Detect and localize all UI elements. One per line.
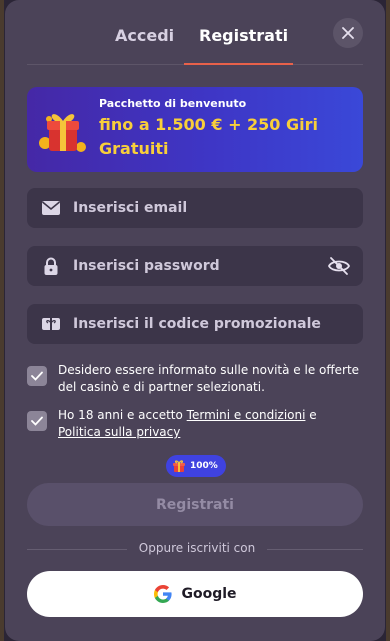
progress-label: 100% [190, 461, 218, 471]
privacy-link[interactable]: Politica sulla privacy [58, 425, 180, 439]
ticket-icon [42, 318, 60, 330]
banner-offer: fino a 1.500 € + 250 Giri Gratuiti [99, 115, 318, 158]
progress-badge: 100% [166, 455, 226, 477]
active-tab-indicator [184, 63, 293, 65]
promo-code-field[interactable] [27, 304, 363, 344]
checkmark-icon [31, 416, 43, 426]
age-middle: e [305, 408, 317, 422]
age-prefix: Ho 18 anni e accetto [58, 408, 187, 422]
lock-icon [44, 257, 58, 275]
auth-tabs: Accedi Registrati [5, 26, 385, 66]
register-submit-button[interactable]: Registrati [27, 483, 363, 526]
google-icon [154, 585, 173, 603]
age-terms-text: Ho 18 anni e accetto Termini e condizion… [58, 407, 366, 441]
eye-off-icon[interactable] [327, 254, 351, 278]
marketing-checkbox[interactable] [27, 366, 47, 386]
gift-icon [173, 460, 185, 472]
close-button[interactable] [333, 18, 363, 48]
registration-modal: Accedi Registrati Pacchetto di benvenuto… [5, 0, 385, 641]
gift-icon [39, 114, 86, 152]
email-input[interactable] [73, 188, 333, 228]
google-signin-button[interactable]: Google [27, 571, 363, 617]
banner-subtitle: Pacchetto di benvenuto [99, 97, 247, 110]
password-field[interactable] [27, 246, 363, 286]
checkmark-icon [31, 371, 43, 381]
email-field[interactable] [27, 188, 363, 228]
age-terms-checkbox[interactable] [27, 411, 47, 431]
welcome-banner: Pacchetto di benvenuto fino a 1.500 € + … [27, 87, 363, 172]
close-icon [342, 27, 354, 39]
envelope-icon [41, 201, 61, 215]
social-divider-text: Oppure iscriviti con [138, 541, 256, 555]
tab-register[interactable]: Registrati [199, 26, 288, 45]
background-edge-right [386, 0, 390, 641]
password-input[interactable] [73, 246, 333, 286]
terms-link[interactable]: Termini e condizioni [187, 408, 306, 422]
background-edge-left [0, 0, 4, 641]
marketing-consent-text: Desidero essere informato sulle novità e… [58, 363, 360, 394]
promo-code-input[interactable] [73, 304, 333, 344]
divider-right [267, 549, 363, 550]
tab-login[interactable]: Accedi [115, 26, 174, 45]
divider-left [27, 549, 127, 550]
google-label: Google [181, 586, 237, 602]
